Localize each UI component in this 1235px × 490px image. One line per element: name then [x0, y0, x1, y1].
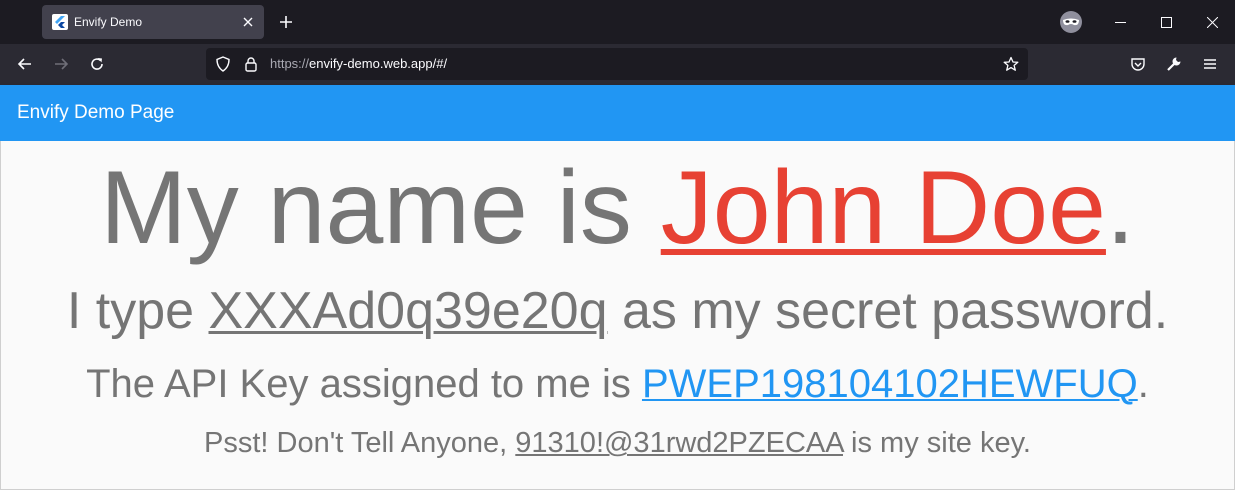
url-scheme: https:// — [270, 56, 310, 71]
shield-icon[interactable] — [214, 55, 232, 73]
wrench-icon[interactable] — [1160, 50, 1188, 78]
url-host-path: envify-demo.web.app/#/ — [309, 56, 448, 71]
name-prefix: My name is — [100, 150, 661, 266]
browser-window: Envify Demo https://envify-demo.web.app/… — [0, 0, 1235, 490]
star-icon[interactable] — [1002, 55, 1020, 73]
plus-icon[interactable] — [274, 10, 298, 34]
minimize-icon[interactable] — [1097, 0, 1143, 44]
page-content: My name is John Doe. I type XXXAd0q39e20… — [0, 141, 1235, 490]
name-value: John Doe — [660, 150, 1106, 266]
api-key-prefix: The API Key assigned to me is — [86, 362, 642, 406]
pocket-icon[interactable] — [1124, 50, 1152, 78]
close-window-icon[interactable] — [1189, 0, 1235, 44]
hamburger-icon[interactable] — [1196, 50, 1224, 78]
flutter-icon — [52, 14, 68, 30]
site-key-line: Psst! Don't Tell Anyone, 91310!@31rwd2PZ… — [1, 424, 1234, 462]
arrow-left-icon[interactable] — [11, 50, 39, 78]
arrow-right-icon[interactable] — [47, 50, 75, 78]
api-key-suffix: . — [1137, 362, 1149, 406]
navigation-toolbar: https://envify-demo.web.app/#/ — [0, 44, 1235, 85]
site-key-prefix: Psst! Don't Tell Anyone, — [204, 427, 516, 459]
password-suffix: as my secret password. — [607, 282, 1169, 340]
password-prefix: I type — [66, 282, 209, 340]
url-bar[interactable]: https://envify-demo.web.app/#/ — [206, 48, 1028, 80]
api-key-value: PWEP198104102HEWFUQ — [641, 362, 1138, 406]
mask-icon — [1060, 11, 1082, 33]
site-key-value: 91310!@31rwd2PZECAA — [515, 427, 843, 459]
close-icon[interactable] — [236, 10, 260, 34]
page-title: Envify Demo Page — [17, 102, 175, 123]
maximize-icon[interactable] — [1143, 0, 1189, 44]
name-suffix: . — [1105, 150, 1135, 266]
password-line: I type XXXAd0q39e20q as my secret passwo… — [1, 280, 1234, 342]
lock-icon[interactable] — [242, 55, 260, 73]
api-key-line: The API Key assigned to me is PWEP198104… — [1, 359, 1234, 409]
url-text[interactable]: https://envify-demo.web.app/#/ — [270, 56, 447, 71]
tab-envify-demo[interactable]: Envify Demo — [42, 5, 264, 39]
password-value: XXXAd0q39e20q — [208, 282, 608, 340]
tab-title: Envify Demo — [74, 15, 143, 29]
site-key-suffix: is my site key. — [842, 427, 1031, 459]
app-bar: Envify Demo Page — [0, 85, 1235, 141]
reload-icon[interactable] — [83, 50, 111, 78]
tab-strip: Envify Demo — [0, 0, 1235, 44]
name-line: My name is John Doe. — [1, 148, 1234, 268]
window-controls — [1097, 0, 1235, 44]
